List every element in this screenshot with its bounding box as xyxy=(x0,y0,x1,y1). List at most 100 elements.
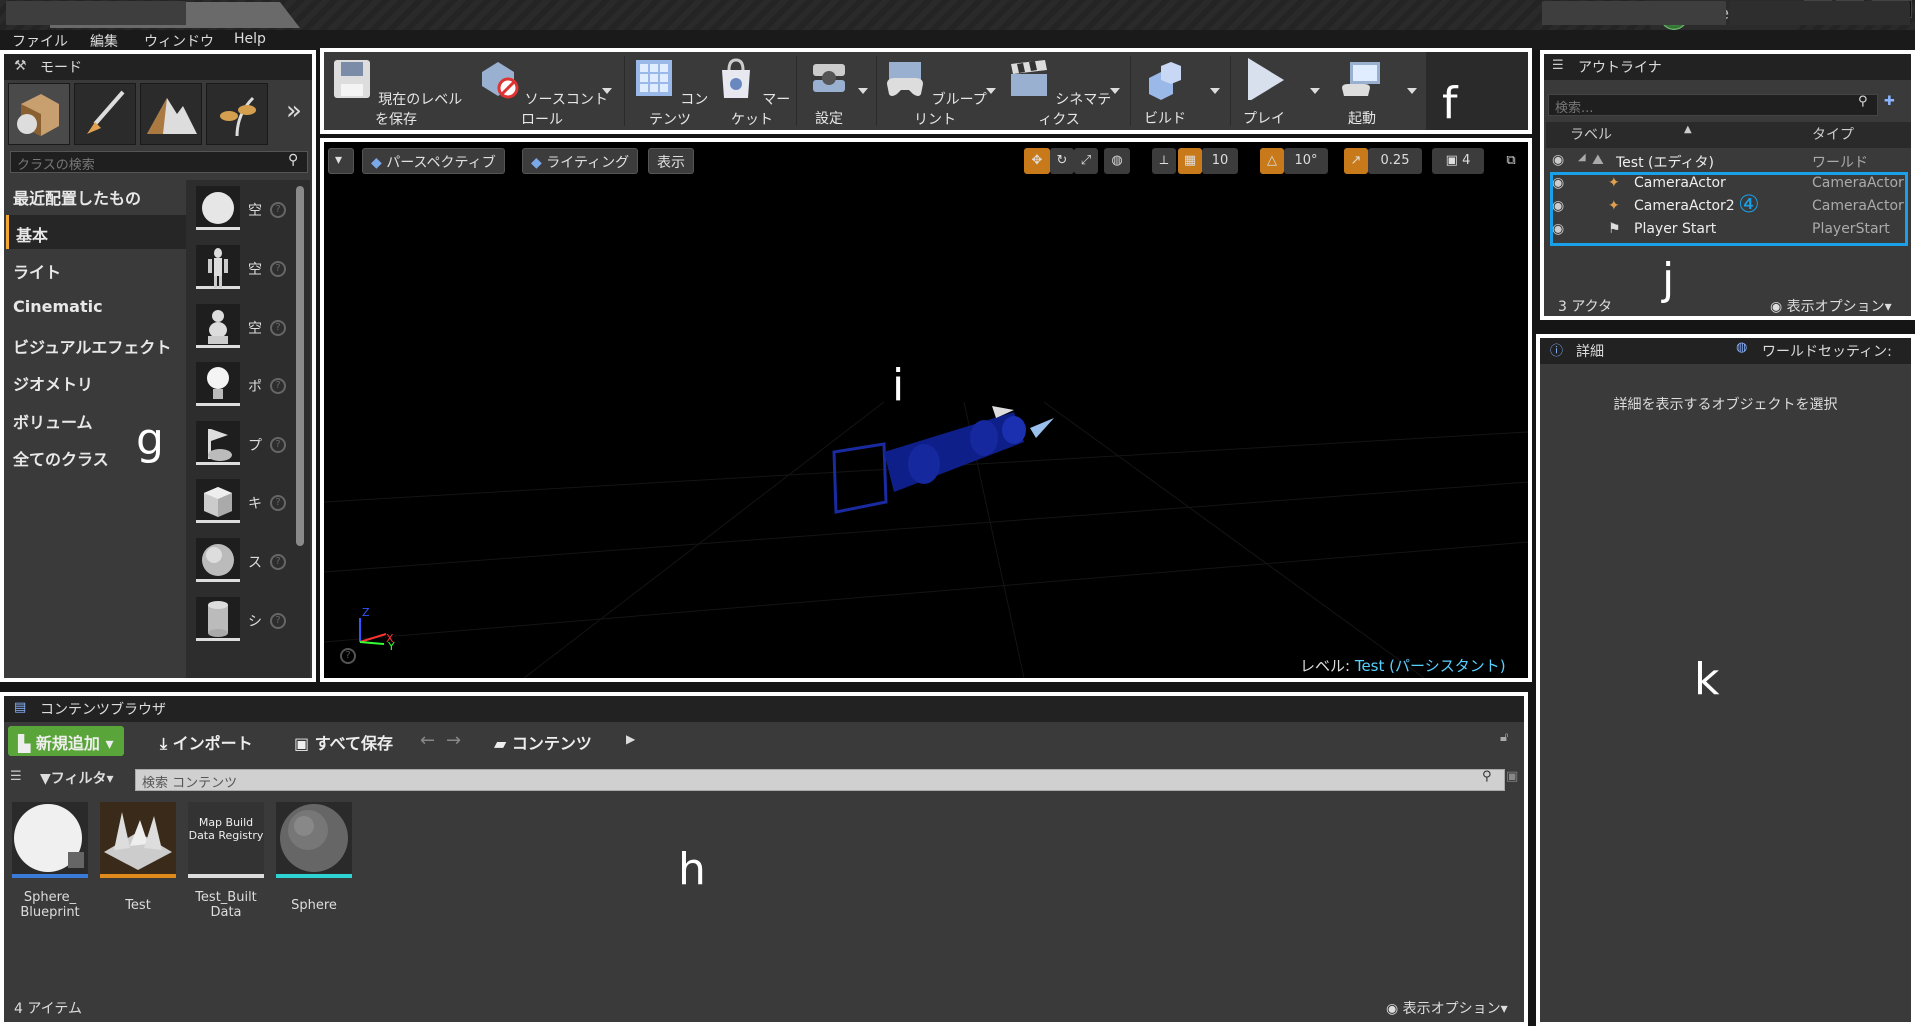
menu-edit[interactable]: 編集 xyxy=(90,31,118,51)
rotation-snap-icon[interactable]: △ xyxy=(1260,148,1284,174)
play-dropdown[interactable] xyxy=(1310,88,1320,94)
help-icon[interactable]: ? xyxy=(270,554,286,570)
world-local-icon[interactable]: ◍ xyxy=(1104,148,1130,174)
add-actor-icon[interactable]: ✚ xyxy=(1884,94,1895,109)
landscape-mode-button[interactable] xyxy=(140,83,202,145)
import-button[interactable]: ⤓ インポート xyxy=(150,726,263,756)
menu-window[interactable]: ウィンドウ xyxy=(144,31,214,51)
expand-arrow-icon[interactable]: ◢ xyxy=(1578,152,1586,163)
camera-speed-button[interactable]: ▣ 4 xyxy=(1432,148,1484,174)
category-lights[interactable]: ライト xyxy=(6,252,186,286)
help-icon[interactable]: ? xyxy=(270,261,286,277)
paint-mode-button[interactable] xyxy=(74,83,136,145)
blueprints-dropdown[interactable] xyxy=(986,88,996,94)
cube-thumb[interactable] xyxy=(196,479,240,523)
sphere-thumb[interactable] xyxy=(196,538,240,582)
content-button[interactable]: コンテンツ xyxy=(630,54,710,130)
content-browser-tab[interactable] xyxy=(6,1,186,25)
point-light-thumb[interactable] xyxy=(196,362,240,406)
column-label-header[interactable]: ラベル xyxy=(1570,124,1612,146)
settings-dropdown[interactable] xyxy=(858,88,868,94)
help-icon[interactable]: ? xyxy=(270,320,286,336)
category-basic[interactable]: 基本 xyxy=(6,215,186,249)
build-dropdown[interactable] xyxy=(1210,88,1220,94)
category-geometry[interactable]: ジオメトリ xyxy=(6,364,186,398)
back-arrow-icon[interactable]: ← xyxy=(420,730,435,751)
class-search-input[interactable]: クラスの検索 xyxy=(10,151,308,173)
lighting-mode-button[interactable]: ◆ ライティング xyxy=(522,148,639,174)
category-cinematic[interactable]: Cinematic xyxy=(6,290,186,324)
viewport-options-button[interactable]: ▾ xyxy=(328,148,354,174)
forward-arrow-icon[interactable]: → xyxy=(446,730,461,751)
help-icon[interactable]: ? xyxy=(270,613,286,629)
modes-scrollbar[interactable] xyxy=(296,186,304,546)
build-button[interactable]: ビルド xyxy=(1134,54,1196,130)
outliner-row[interactable]: ◉ ◢ ⛰ Test (エディタ) ワールド xyxy=(1548,150,1908,172)
scale-snap-icon[interactable]: ↗ xyxy=(1344,148,1368,174)
content-view-options[interactable]: ◉ 表示オプション▾ xyxy=(1386,998,1508,1018)
outliner-search-input[interactable]: 検索... xyxy=(1548,94,1878,116)
outliner-view-options[interactable]: ◉ 表示オプション▾ xyxy=(1770,296,1892,316)
player-start-thumb[interactable] xyxy=(196,421,240,465)
more-modes-icon[interactable]: » xyxy=(286,96,302,126)
category-visual-effects[interactable]: ビジュアルエフェクト xyxy=(6,327,186,361)
asset-sphere-blueprint[interactable] xyxy=(12,802,88,878)
viewport-help-icon[interactable]: ? xyxy=(340,648,356,664)
asset-sphere-mesh[interactable] xyxy=(276,802,352,878)
path-arrow-icon[interactable]: ▶ xyxy=(626,732,635,746)
surface-snap-icon[interactable]: ⟂ xyxy=(1152,148,1176,174)
save-all-button[interactable]: ▣ すべて保存 xyxy=(284,726,403,756)
rotate-tool-icon[interactable]: ↻ xyxy=(1050,148,1074,174)
menu-file[interactable]: ファイル xyxy=(12,31,68,51)
rotation-snap-value[interactable]: 10° xyxy=(1284,148,1328,174)
launch-dropdown[interactable] xyxy=(1407,88,1417,94)
column-type-header[interactable]: タイプ xyxy=(1812,124,1854,146)
empty-actor-thumb[interactable] xyxy=(196,186,240,230)
help-icon[interactable]: ? xyxy=(270,202,286,218)
asset-test-level[interactable] xyxy=(100,802,176,878)
maximize-viewport-icon[interactable]: ⧉ xyxy=(1500,148,1522,174)
category-recent[interactable]: 最近配置したもの xyxy=(6,178,186,212)
perspective-button[interactable]: ◆ パースペクティブ xyxy=(362,148,505,174)
help-icon[interactable]: ? xyxy=(270,437,286,453)
lock-icon[interactable]: 🔓︎ xyxy=(1500,730,1508,745)
visibility-eye-icon[interactable]: ◉ xyxy=(1552,152,1564,168)
help-icon[interactable]: ? xyxy=(270,495,286,511)
show-flags-button[interactable]: 表示 xyxy=(648,148,694,174)
asset-map-build-data[interactable]: Map Build Data Registry xyxy=(188,802,264,878)
sources-toggle-icon[interactable]: ☰ xyxy=(10,769,22,784)
cinematics-dropdown[interactable] xyxy=(1110,88,1120,94)
menu-help[interactable]: Help xyxy=(234,31,266,47)
place-mode-button[interactable] xyxy=(8,83,70,145)
source-control-dropdown[interactable] xyxy=(602,88,612,94)
settings-button[interactable]: 設定 xyxy=(802,54,856,130)
source-control-button[interactable]: ソースコントロール xyxy=(472,54,612,130)
empty-pawn-thumb[interactable] xyxy=(196,304,240,348)
details-tab[interactable] xyxy=(1542,1,1726,25)
brush-icon xyxy=(87,90,125,134)
save-search-icon[interactable]: ▣ xyxy=(1506,769,1518,784)
add-new-button[interactable]: ▙ 新規追加 ▾ xyxy=(8,726,124,756)
annotation-f: f xyxy=(1442,78,1458,129)
empty-character-thumb[interactable] xyxy=(196,245,240,289)
camera-actor-mesh[interactable] xyxy=(832,406,1054,514)
blueprints-button[interactable]: ブループリント xyxy=(882,54,988,130)
launch-button[interactable]: 起動 xyxy=(1332,54,1392,130)
cylinder-thumb[interactable] xyxy=(196,597,240,641)
scale-snap-value[interactable]: 0.25 xyxy=(1368,148,1422,174)
scale-tool-icon[interactable]: ⤢ xyxy=(1074,148,1098,174)
cinematics-button[interactable]: シネマティクス xyxy=(1004,54,1114,130)
marketplace-button[interactable]: マーケット xyxy=(712,54,792,130)
content-search-input[interactable]: 検索 コンテンツ xyxy=(135,769,1505,791)
save-level-button[interactable]: 現在のレベルを保存 xyxy=(328,54,464,130)
world-settings-tab[interactable] xyxy=(1730,1,1910,25)
content-path-breadcrumb[interactable]: ▰ コンテンツ xyxy=(484,726,602,756)
filter-button[interactable]: ▼フィルタ▾ xyxy=(40,768,114,788)
foliage-mode-button[interactable] xyxy=(206,83,268,145)
translate-tool-icon[interactable]: ✥ xyxy=(1024,148,1050,174)
help-icon[interactable]: ? xyxy=(270,378,286,394)
play-button[interactable]: プレイ xyxy=(1234,54,1294,130)
details-tab-label: 詳細 xyxy=(1576,344,1604,360)
grid-snap-value[interactable]: 10 xyxy=(1202,148,1238,174)
grid-snap-icon[interactable]: ▦ xyxy=(1178,148,1202,174)
